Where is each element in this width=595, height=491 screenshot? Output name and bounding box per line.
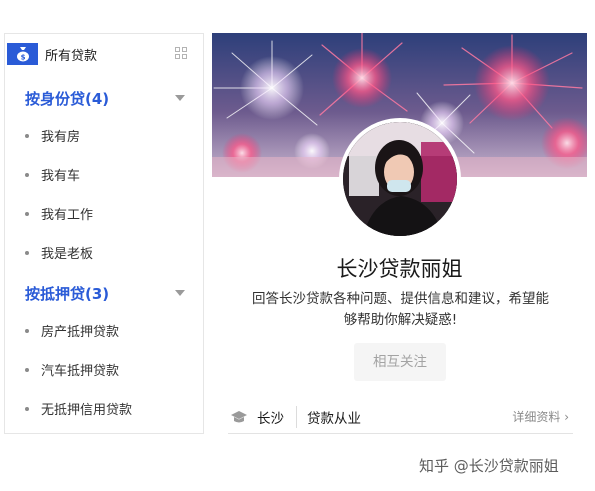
bullet-icon [25, 367, 29, 372]
group-by-identity[interactable]: 按身份贷(4) [25, 88, 109, 109]
sidebar-item-business-owner[interactable]: 我是老板 [25, 243, 93, 262]
bullet-icon [25, 406, 29, 411]
sidebar-item-have-job[interactable]: 我有工作 [25, 204, 93, 223]
money-bag-icon: $ [7, 43, 38, 65]
profile-bio: 回答长沙贷款各种问题、提供信息和建议，希望能 够帮助你解决疑惑! [228, 289, 573, 331]
chevron-down-icon[interactable] [175, 290, 185, 296]
sidebar-item-property-mortgage[interactable]: 房产抵押贷款 [25, 321, 119, 340]
svg-text:$: $ [21, 54, 26, 62]
bio-line-2: 够帮助你解决疑惑! [343, 312, 458, 328]
bullet-icon [25, 250, 29, 255]
occupation-text: 贷款从业 [307, 411, 361, 427]
loan-category-sidebar: $ 所有贷款 按身份贷(4) 我有房 我有车 我有工作 我是老板 按抵押贷(3)… [4, 33, 204, 434]
bullet-icon [25, 211, 29, 216]
profile-name: 长沙贷款丽姐 [336, 257, 463, 281]
location-text: 长沙 [257, 411, 284, 427]
chevron-down-icon[interactable] [175, 95, 185, 101]
profile-info-row: 长沙 贷款从业 详细资料 › [228, 400, 573, 434]
bullet-icon [25, 172, 29, 177]
sidebar-header[interactable]: $ 所有贷款 [5, 34, 203, 74]
bio-line-1: 回答长沙贷款各种问题、提供信息和建议，希望能 [252, 291, 549, 307]
sidebar-item-own-car[interactable]: 我有车 [25, 165, 80, 184]
sidebar-title: 所有贷款 [45, 49, 98, 64]
bullet-icon [25, 328, 29, 333]
group-by-collateral[interactable]: 按抵押贷(3) [25, 283, 109, 304]
graduation-cap-icon [230, 409, 248, 428]
detail-profile-link[interactable]: 详细资料 › [512, 408, 569, 425]
divider [296, 406, 297, 428]
sidebar-item-unsecured-credit[interactable]: 无抵押信用贷款 [25, 399, 132, 418]
avatar[interactable] [339, 118, 461, 240]
grid-view-icon[interactable] [175, 47, 187, 59]
mutual-follow-button[interactable]: 相互关注 [354, 343, 446, 381]
sidebar-item-car-mortgage[interactable]: 汽车抵押贷款 [25, 360, 119, 379]
bullet-icon [25, 133, 29, 138]
watermark: 知乎 @长沙贷款丽姐 [419, 457, 559, 475]
sidebar-item-own-house[interactable]: 我有房 [25, 126, 80, 145]
